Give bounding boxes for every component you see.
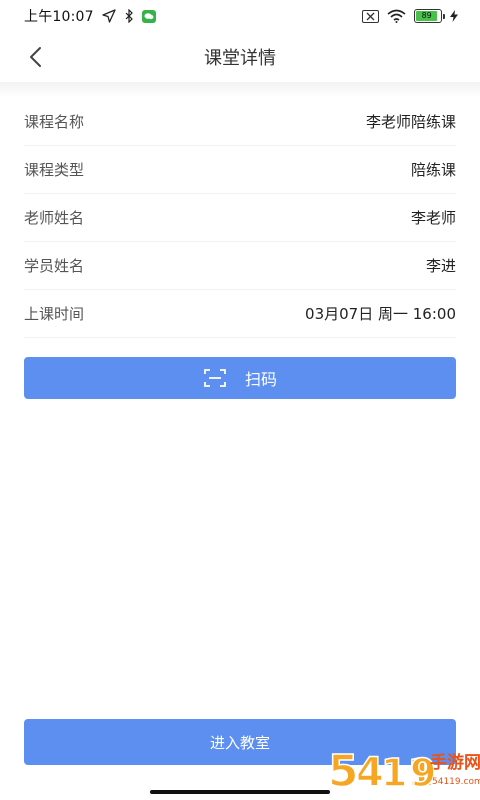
status-time: 上午10:07 [24, 9, 94, 25]
info-label: 上课时间 [24, 305, 85, 323]
info-value: 李老师陪练课 [365, 113, 456, 131]
battery-level: 89 [416, 11, 438, 21]
info-row-course-type: 课程类型 陪练课 [24, 146, 456, 194]
info-value: 陪练课 [410, 161, 456, 179]
svg-text:手游网: 手游网 [430, 752, 480, 773]
info-label: 课程名称 [24, 113, 85, 131]
info-row-class-time: 上课时间 03月07日 周一 16:00 [24, 290, 456, 338]
watermark-logo: 5 4 11 9 手游网 54119.com [326, 740, 480, 800]
wechat-icon [141, 9, 156, 23]
no-sim-icon [362, 9, 379, 23]
info-value: 李老师 [410, 209, 456, 227]
location-arrow-icon [102, 9, 116, 23]
info-label: 老师姓名 [24, 209, 85, 227]
chevron-left-icon [30, 47, 41, 67]
info-label: 课程类型 [24, 161, 85, 179]
nav-divider [0, 82, 480, 98]
scan-button[interactable]: 扫码 [24, 357, 456, 399]
bluetooth-icon [124, 9, 134, 23]
nav-bar: 课堂详情 [0, 32, 480, 82]
status-right: 89 [362, 9, 458, 23]
svg-text:54119.com: 54119.com [432, 777, 480, 787]
info-value: 李进 [425, 257, 456, 275]
wifi-icon [387, 9, 406, 23]
info-value: 03月07日 周一 16:00 [305, 305, 456, 323]
status-left: 上午10:07 [24, 6, 156, 26]
info-label: 学员姓名 [24, 257, 85, 275]
back-button[interactable] [18, 40, 52, 74]
enter-classroom-label: 进入教室 [209, 734, 270, 752]
home-indicator [150, 790, 330, 794]
charging-icon [450, 10, 458, 22]
info-row-student-name: 学员姓名 李进 [24, 242, 456, 290]
status-bar: 上午10:07 89 [0, 0, 480, 32]
info-row-teacher-name: 老师姓名 李老师 [24, 194, 456, 242]
scan-button-label: 扫码 [244, 372, 277, 389]
page-title: 课堂详情 [204, 48, 276, 69]
battery-icon: 89 [414, 9, 445, 23]
course-info-list: 课程名称 李老师陪练课 课程类型 陪练课 老师姓名 李老师 学员姓名 李进 上课… [24, 98, 456, 338]
info-row-course-name: 课程名称 李老师陪练课 [24, 98, 456, 146]
svg-text:4: 4 [356, 750, 384, 796]
scan-icon [204, 369, 226, 387]
svg-text:5: 5 [328, 746, 359, 797]
